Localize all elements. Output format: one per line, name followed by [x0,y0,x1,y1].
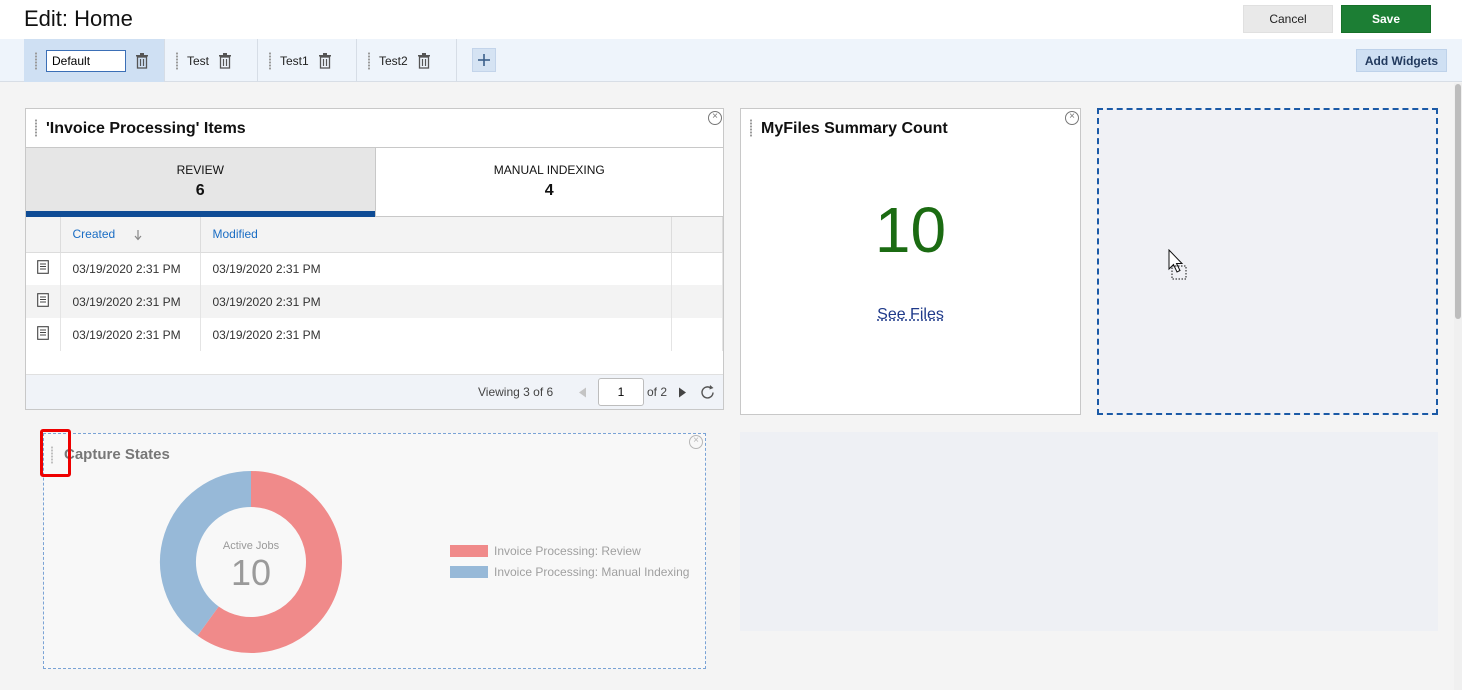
files-count: 10 [874,194,947,266]
trash-icon[interactable] [217,52,233,70]
tab-test2[interactable]: Test2 [357,39,457,82]
drag-handle-highlight [40,429,71,477]
drag-handle-icon[interactable] [34,51,38,70]
column-header-modified[interactable]: Modified [200,217,672,253]
widget-title: Capture States [64,446,170,463]
refresh-icon[interactable] [699,384,716,401]
items-table: Created Modified 03/19/2020 2:31 PM 03/1… [26,217,723,351]
plus-icon [478,54,490,66]
tab-label: REVIEW [176,163,224,177]
close-icon[interactable]: × [708,111,722,125]
viewing-count: Viewing 3 of 6 [478,385,554,399]
tab-manual-indexing[interactable]: MANUAL INDEXING 4 [374,148,723,217]
widget-title: 'Invoice Processing' Items [46,120,246,137]
page-title: Edit: Home [24,6,133,31]
drag-handle-icon[interactable] [367,51,371,70]
donut-center-value: 10 [230,552,272,593]
cell-created: 03/19/2020 2:31 PM [60,252,201,285]
dashboard-tab-bar: Test Test1 Test2 Add Widgets [0,39,1462,82]
tab-count: 6 [195,182,205,199]
cell-empty [671,252,723,285]
widget-header: 'Invoice Processing' Items × [26,109,723,148]
close-icon[interactable]: × [689,435,703,449]
document-icon [26,318,61,351]
trash-icon[interactable] [317,52,333,70]
see-files-link[interactable]: See Files [741,306,1080,324]
widget-drop-zone[interactable] [1097,108,1438,415]
cell-empty [671,285,723,318]
tab-review[interactable]: REVIEW 6 [26,148,375,217]
cell-modified: 03/19/2020 2:31 PM [200,285,672,318]
table-row[interactable]: 03/19/2020 2:31 PM 03/19/2020 2:31 PM [26,252,723,285]
tab-label: Test2 [379,53,408,68]
cell-modified: 03/19/2020 2:31 PM [200,318,672,351]
tab-test1[interactable]: Test1 [258,39,357,82]
add-tab-button[interactable] [472,48,496,72]
close-icon[interactable]: × [1065,111,1079,125]
page-number-input[interactable] [598,378,644,406]
cell-created: 03/19/2020 2:31 PM [60,318,201,351]
legend-swatch [450,545,488,557]
pager-footer: Viewing 3 of 6 of 2 [26,374,723,409]
save-button[interactable]: Save [1341,5,1431,33]
legend-item: Invoice Processing: Review [450,544,641,558]
table-header-row: Created Modified [26,217,723,253]
column-header-empty [671,217,723,253]
drag-handle-icon[interactable] [175,51,179,70]
tab-test[interactable]: Test [165,39,258,82]
widget-title: MyFiles Summary Count [761,120,948,137]
tab-count: 4 [544,182,554,199]
capture-states-widget[interactable]: Capture States × Active Jobs 10 Invoice … [43,433,706,669]
tab-default[interactable] [24,39,165,82]
prev-page-icon[interactable] [578,387,587,398]
tab-label: Test1 [280,53,309,68]
document-icon [26,285,61,318]
cell-created: 03/19/2020 2:31 PM [60,285,201,318]
add-widgets-button[interactable]: Add Widgets [1356,49,1447,72]
drag-handle-icon[interactable] [268,51,272,70]
page-total: of 2 [647,385,668,399]
column-header-created[interactable]: Created [60,217,201,253]
drag-handle-icon[interactable] [34,119,38,137]
sort-down-icon [134,230,142,241]
tab-name-input[interactable] [46,49,126,72]
donut-center-label: Active Jobs [222,540,280,552]
cell-modified: 03/19/2020 2:31 PM [200,252,672,285]
scrollbar-thumb[interactable] [1455,84,1461,319]
queue-tabs: REVIEW 6 MANUAL INDEXING 4 [26,148,723,217]
legend-item: Invoice Processing: Manual Indexing [450,565,689,579]
trash-icon[interactable] [134,52,150,70]
legend-swatch [450,566,488,578]
icon-column-header [26,217,61,253]
myfiles-summary-widget: MyFiles Summary Count × 10 See Files [740,108,1081,415]
document-icon [26,252,61,285]
trash-icon[interactable] [416,52,432,70]
tab-label: Test [187,53,210,68]
table-row[interactable]: 03/19/2020 2:31 PM 03/19/2020 2:31 PM [26,285,723,318]
cancel-button[interactable]: Cancel [1243,5,1333,33]
page-header: Edit: Home Cancel Save [0,0,1462,39]
cell-empty [671,318,723,351]
empty-widget-slot [740,432,1438,631]
drag-cursor-icon [1168,249,1187,280]
table-row[interactable]: 03/19/2020 2:31 PM 03/19/2020 2:31 PM [26,318,723,351]
invoice-items-widget: 'Invoice Processing' Items × REVIEW 6 MA… [25,108,724,410]
drag-handle-icon[interactable] [749,119,753,137]
next-page-icon[interactable] [678,387,687,398]
tab-label: MANUAL INDEXING [493,163,605,177]
